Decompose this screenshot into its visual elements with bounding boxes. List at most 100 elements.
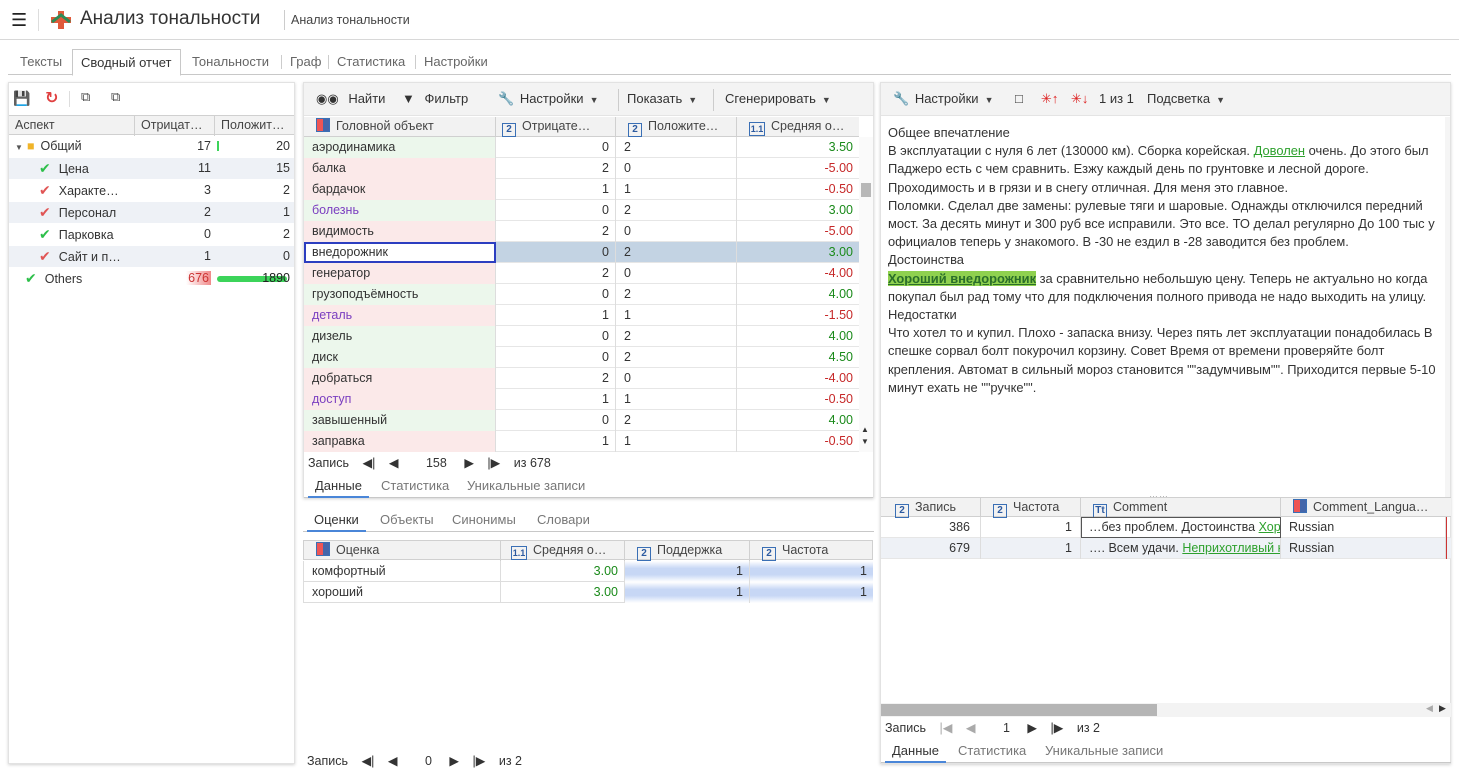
record-comment[interactable]: …без проблем. Достоинства Хор [1081,517,1281,538]
scrollbar-thumb[interactable] [861,183,871,197]
object-name[interactable]: добраться [304,368,496,389]
show-dropdown[interactable]: Показать ▼ [627,91,697,106]
next-highlight-icon[interactable]: ✳↓ [1071,91,1088,107]
col-average[interactable]: 1.1 Средняя о… [737,117,859,137]
filter-button[interactable]: ▼ Фильтр [402,91,468,106]
settings-dropdown[interactable]: 🔧 Настройки ▼ [498,91,598,107]
object-name[interactable]: балка [304,158,496,179]
subtab-unique[interactable]: Уникальные записи [460,474,592,498]
highlight-dropdown[interactable]: Подсветка ▼ [1147,91,1225,106]
settings-dropdown[interactable]: 🔧 Настройки ▼ [893,91,993,107]
col-support[interactable]: 2 Поддержка [625,541,750,561]
object-name[interactable]: деталь [304,305,496,326]
pager-current[interactable]: 158 [426,456,447,470]
object-name[interactable]: внедорожник [304,242,496,263]
subtab-data[interactable]: Данные [885,739,946,763]
note-icon[interactable]: □ [1015,91,1023,106]
scroll-right-icon[interactable]: ▶ [1439,703,1446,714]
prev-page-icon[interactable]: ◀ [389,456,399,470]
highlighted-phrase[interactable]: Хороший внедорожник [888,270,1037,286]
object-row[interactable]: диск 0 2 4.50 [304,347,859,368]
tab-texts[interactable]: Тексты [12,49,70,75]
scroll-up-icon[interactable]: ▲ [861,425,869,434]
aspect-row[interactable]: ✔ Others 676 1890 [9,268,294,289]
next-page-icon[interactable]: ▶ [464,456,474,470]
first-page-icon[interactable]: ◀​| [363,456,376,470]
col-head-object[interactable]: Головной объект [304,117,496,137]
subtab-statistics[interactable]: Статистика [951,739,1033,763]
record-row[interactable]: 386 1 …без проблем. Достоинства Хор Russian [881,517,1451,538]
first-page-icon[interactable]: |◀ [940,721,953,735]
object-row[interactable]: завышенный 0 2 4.00 [304,410,859,431]
col-frequency[interactable]: 2 Частота [981,498,1081,518]
aspect-row[interactable]: ✔ Персонал 2 1 [9,202,294,223]
last-page-icon[interactable]: |▶ [1051,721,1064,735]
object-name[interactable]: бардачок [304,179,496,200]
last-page-icon[interactable]: |▶ [487,456,500,470]
object-name[interactable]: диск [304,347,496,368]
expand-icon[interactable]: ▼ [15,143,23,152]
object-row[interactable]: добраться 2 0 -4.00 [304,368,859,389]
object-row[interactable]: болезнь 0 2 3.00 [304,200,859,221]
tab-objects[interactable]: Объекты [373,508,441,532]
col-comment[interactable]: Tt Comment [1081,498,1281,518]
scrollbar-thumb[interactable] [881,704,1157,716]
col-record[interactable]: 2 Запись [881,498,981,518]
object-name[interactable]: завышенный [304,410,496,431]
pager-current[interactable]: 1 [1003,721,1010,735]
object-name[interactable]: болезнь [304,200,496,221]
rating-row[interactable]: комфортный 3.00 1 1 [303,561,873,582]
collapse-all-icon[interactable]: ⧉ [111,89,120,105]
col-rating[interactable]: Оценка [304,541,501,561]
subtab-statistics[interactable]: Статистика [374,474,456,498]
tab-dictionaries[interactable]: Словари [530,508,597,532]
subtab-unique[interactable]: Уникальные записи [1038,739,1170,763]
object-row[interactable]: аэродинамика 0 2 3.50 [304,137,859,158]
object-row[interactable]: заправка 1 1 -0.50 [304,431,859,452]
objects-scrollbar[interactable]: ▲ ▼ [859,137,873,452]
prev-page-icon[interactable]: ◀ [388,754,398,768]
col-aspect[interactable]: Аспект [9,116,135,136]
find-button[interactable]: ◉◉ Найти [316,91,385,107]
aspect-row[interactable]: ✔ Цена 11 15 [9,158,294,179]
object-name[interactable]: заправка [304,431,496,452]
object-row[interactable]: дизель 0 2 4.00 [304,326,859,347]
next-page-icon[interactable]: ▶ [1027,721,1037,735]
prev-highlight-icon[interactable]: ✳↑ [1041,91,1058,107]
object-row[interactable]: внедорожник 0 2 3.00 [304,242,859,263]
save-icon[interactable]: 💾 [13,90,30,107]
review-scrollbar[interactable] [1445,117,1450,497]
aspect-row[interactable]: ✔ Характе… 3 2 [9,180,294,201]
col-negative[interactable]: Отрицат… [135,116,215,136]
aspect-row[interactable]: ✔ Парковка 0 2 [9,224,294,245]
col-average[interactable]: 1.1 Средняя о… [501,541,625,561]
object-row[interactable]: балка 2 0 -5.00 [304,158,859,179]
object-name[interactable]: аэродинамика [304,137,496,158]
sentiment-link[interactable]: Доволен [1254,143,1305,158]
prev-page-icon[interactable]: ◀ [966,721,976,735]
object-row[interactable]: деталь 1 1 -1.50 [304,305,859,326]
comment-link[interactable]: Хор [1259,520,1280,534]
rating-row[interactable]: хороший 3.00 1 1 [303,582,873,603]
col-positive[interactable]: Положит… [215,116,294,136]
first-page-icon[interactable]: ◀​| [362,754,375,768]
aspect-row[interactable]: ✔ Сайт и п… 1 0 [9,246,294,267]
last-page-icon[interactable]: |▶ [473,754,486,768]
tab-synonyms[interactable]: Синонимы [445,508,523,532]
object-name[interactable]: генератор [304,263,496,284]
scroll-down-icon[interactable]: ▼ [861,437,869,446]
object-row[interactable]: генератор 2 0 -4.00 [304,263,859,284]
scroll-left-icon[interactable]: ◀ [1426,703,1433,714]
object-name[interactable]: доступ [304,389,496,410]
pager-current[interactable]: 0 [425,754,432,768]
expand-all-icon[interactable]: ⧉ [81,89,90,105]
object-row[interactable]: видимость 2 0 -5.00 [304,221,859,242]
col-comment-language[interactable]: Comment_Langua… [1281,498,1451,518]
tab-summary[interactable]: Сводный отчет [72,49,181,76]
tab-ratings[interactable]: Оценки [307,508,366,532]
tab-settings[interactable]: Настройки [416,49,496,75]
aspect-row[interactable]: ▼ ■ Общий 17 20 [9,136,294,157]
refresh-icon[interactable]: ↻ [45,88,58,108]
records-hscrollbar[interactable]: ◀ ▶ [881,703,1451,717]
tab-tonality[interactable]: Тональности [184,49,277,75]
